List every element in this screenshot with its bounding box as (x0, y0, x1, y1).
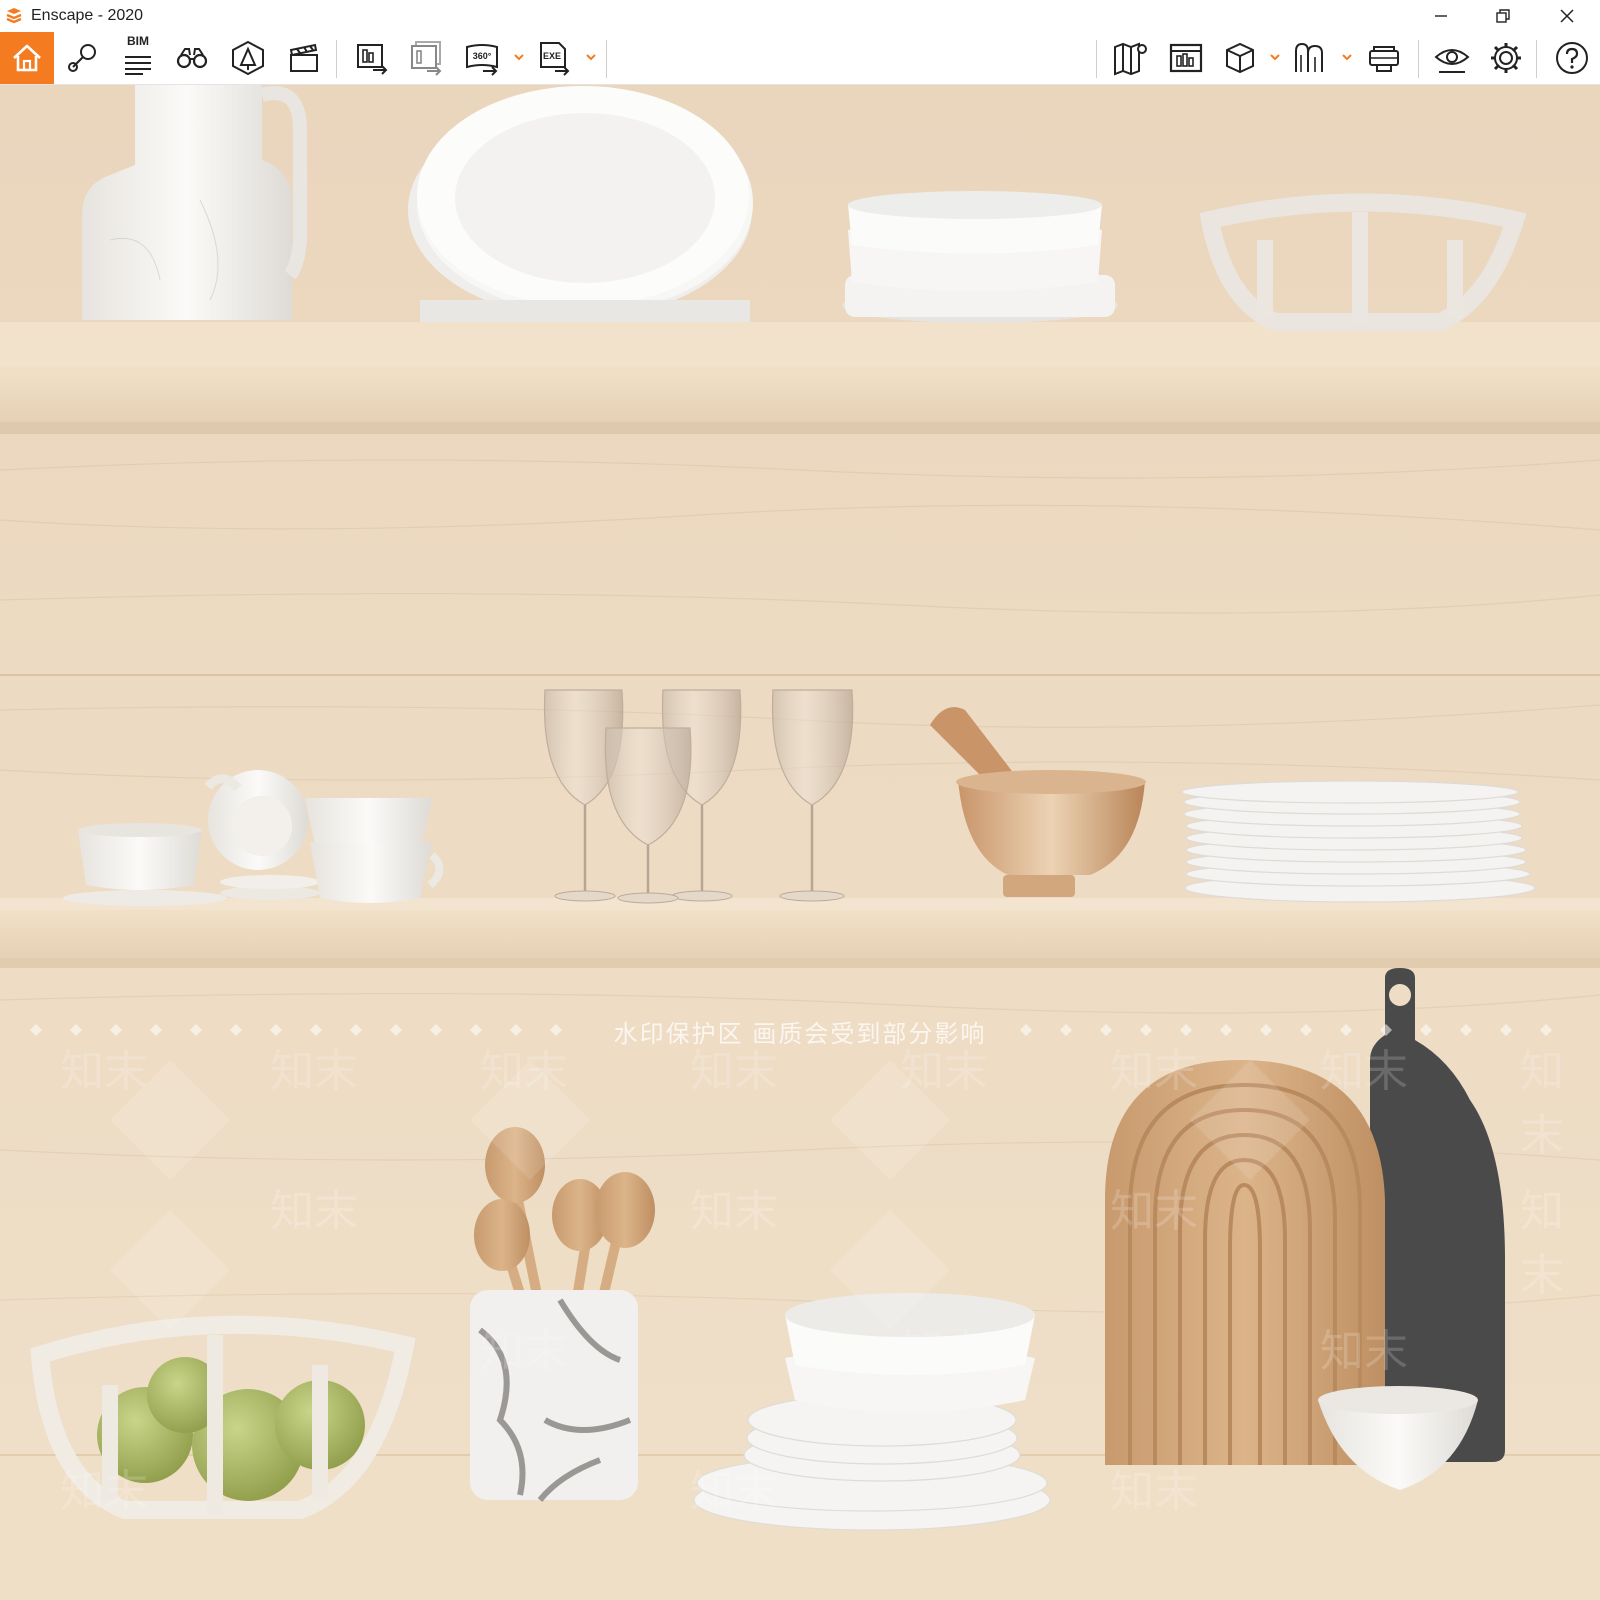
chevron-down-icon[interactable] (1268, 50, 1282, 64)
watermark-text: 知末 (1520, 1046, 1564, 1161)
chevron-down-icon[interactable] (1340, 50, 1354, 64)
clapperboard-icon (289, 43, 318, 72)
close-button[interactable] (1544, 0, 1590, 32)
map-button[interactable] (1104, 32, 1156, 84)
help-button[interactable] (1546, 32, 1598, 84)
material-editor-icon (1295, 42, 1323, 72)
watermark-text: 知末 (1320, 1046, 1408, 1097)
vr-headset-icon (1369, 46, 1399, 72)
view-management-button[interactable] (56, 32, 108, 84)
minimize-icon (1435, 15, 1447, 17)
export-image-icon (357, 44, 388, 75)
watermark-text: 知末 (1110, 1046, 1198, 1097)
gear-icon (1491, 43, 1521, 73)
watermark-text: 知末 (1520, 1186, 1564, 1301)
home-icon (13, 44, 41, 72)
web-export-icon (1169, 43, 1203, 73)
watermark-text: 知末 (900, 1326, 988, 1377)
minimize-button[interactable] (1418, 0, 1464, 32)
asset-library-icon (232, 40, 264, 76)
material-editor-button[interactable] (1284, 32, 1336, 84)
watermark-text: 知末 (1110, 1186, 1198, 1237)
help-icon (1556, 42, 1588, 74)
watermark-text: 知末 (480, 1046, 568, 1097)
watermark-text: 知末 (480, 1326, 568, 1377)
chevron-down-icon[interactable] (512, 50, 526, 64)
bim-button[interactable]: BIM (112, 32, 164, 84)
batch-export-icon (411, 41, 442, 76)
main-toolbar: BIM 360° EXE (0, 32, 1600, 113)
vr-headset-button[interactable] (1358, 32, 1410, 84)
panorama-360-label: 360° (473, 51, 492, 61)
watermark-text: 知末 (270, 1186, 358, 1237)
watermark-text: 知末 (690, 1046, 778, 1097)
walk-mode-button[interactable] (166, 32, 218, 84)
visual-settings-button[interactable] (1426, 32, 1478, 84)
watermark-text: 知末 (900, 1046, 988, 1097)
render-viewport[interactable]: 水印保护区 画质会受到部分影响 知末 知末 知末 知末 知末 知末 知末 知末 … (0, 85, 1600, 1600)
toolbar-separator (1096, 40, 1097, 78)
eye-icon (1434, 49, 1470, 73)
watermark-text: 知末 (1320, 1326, 1408, 1377)
asset-library-button[interactable] (222, 32, 274, 84)
batch-export-button[interactable] (400, 32, 452, 84)
window-title: Enscape - 2020 (31, 7, 144, 24)
map-icon (1114, 42, 1147, 76)
restore-icon (1496, 9, 1510, 23)
toolbar-separator (1418, 40, 1419, 78)
location-pin-icon (68, 44, 96, 72)
panorama-360-icon: 360° (466, 44, 498, 76)
toolbar-separator (1536, 40, 1537, 78)
toolbar-separator (606, 40, 607, 78)
video-editor-button[interactable] (278, 32, 330, 84)
home-button[interactable] (0, 32, 54, 84)
watermark-text: 知末 (1110, 1466, 1198, 1517)
enscape-logo-icon (6, 8, 22, 24)
watermark-text: 知末 (60, 1046, 148, 1097)
watermark-text: 知末 (690, 1186, 778, 1237)
toolbar-separator (336, 40, 337, 78)
exe-export-icon: EXE (540, 42, 570, 76)
exe-label: EXE (543, 51, 561, 61)
panorama-export-button[interactable]: 360° (456, 32, 508, 84)
title-bar: Enscape - 2020 (0, 0, 1600, 32)
cube-icon (1226, 42, 1254, 74)
watermark-text: 知末 (60, 1466, 148, 1517)
restore-button[interactable] (1480, 0, 1526, 32)
watermark-text: 知末 (690, 1466, 778, 1517)
bim-label: BIM (127, 34, 149, 48)
screenshot-export-button[interactable] (346, 32, 398, 84)
settings-button[interactable] (1480, 32, 1532, 84)
close-icon (1560, 9, 1574, 23)
binoculars-icon (176, 48, 208, 69)
exe-export-button[interactable]: EXE (528, 32, 580, 84)
chevron-down-icon[interactable] (584, 50, 598, 64)
watermark-text: 知末 (270, 1046, 358, 1097)
view-cube-button[interactable] (1214, 32, 1266, 84)
web-standalone-button[interactable] (1160, 32, 1212, 84)
